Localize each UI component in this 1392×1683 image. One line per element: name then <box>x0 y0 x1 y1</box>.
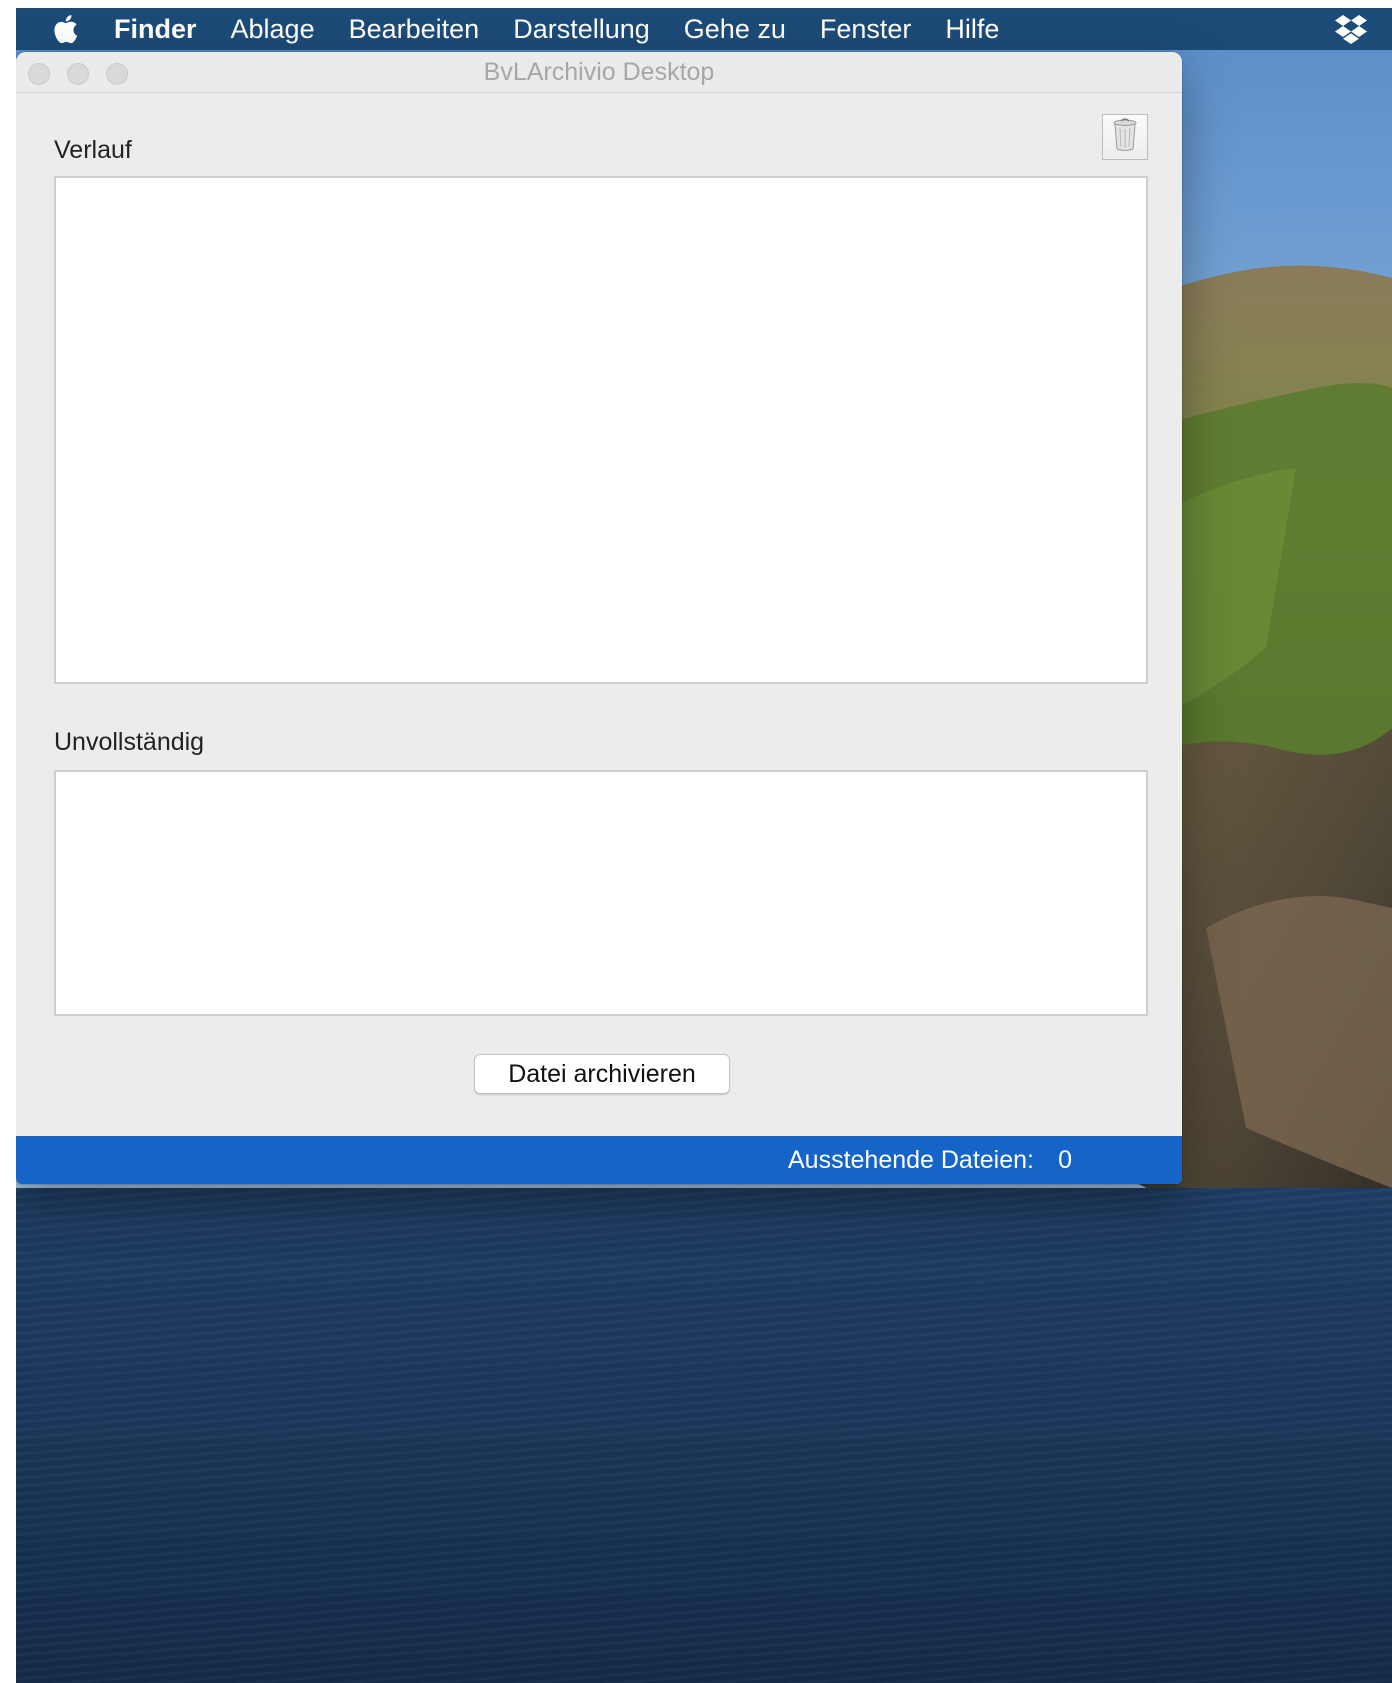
dropbox-icon[interactable] <box>1334 14 1368 44</box>
menu-bar: Finder Ablage Bearbeiten Darstellung Geh… <box>16 8 1392 50</box>
pending-files-label: Ausstehende Dateien: <box>787 1146 1034 1174</box>
menu-darstellung[interactable]: Darstellung <box>513 14 650 45</box>
window-titlebar[interactable]: BvLArchivio Desktop <box>16 52 1182 93</box>
menu-bearbeiten[interactable]: Bearbeiten <box>349 14 480 45</box>
incomplete-label: Unvollständig <box>54 728 205 756</box>
menu-hilfe[interactable]: Hilfe <box>945 14 999 45</box>
incomplete-list[interactable] <box>54 770 1148 1016</box>
clear-history-button[interactable] <box>1102 114 1148 160</box>
history-label: Verlauf <box>54 136 132 164</box>
archive-file-button[interactable]: Datei archivieren <box>474 1054 730 1094</box>
pending-files-count: 0 <box>1058 1146 1072 1174</box>
desktop-wallpaper-ocean <box>16 1188 1392 1683</box>
history-list[interactable] <box>54 176 1148 684</box>
window-title: BvLArchivio Desktop <box>483 58 715 86</box>
desktop: Finder Ablage Bearbeiten Darstellung Geh… <box>16 8 1392 1683</box>
menu-ablage[interactable]: Ablage <box>231 14 315 45</box>
menu-app-finder[interactable]: Finder <box>114 14 197 45</box>
menu-fenster[interactable]: Fenster <box>820 14 912 45</box>
menu-gehe-zu[interactable]: Gehe zu <box>684 14 786 45</box>
apple-icon[interactable] <box>50 13 80 45</box>
trash-icon <box>1112 117 1138 157</box>
app-window: BvLArchivio Desktop Verlauf Unvollständi… <box>16 52 1182 1184</box>
status-bar: Ausstehende Dateien: 0 <box>16 1136 1182 1184</box>
